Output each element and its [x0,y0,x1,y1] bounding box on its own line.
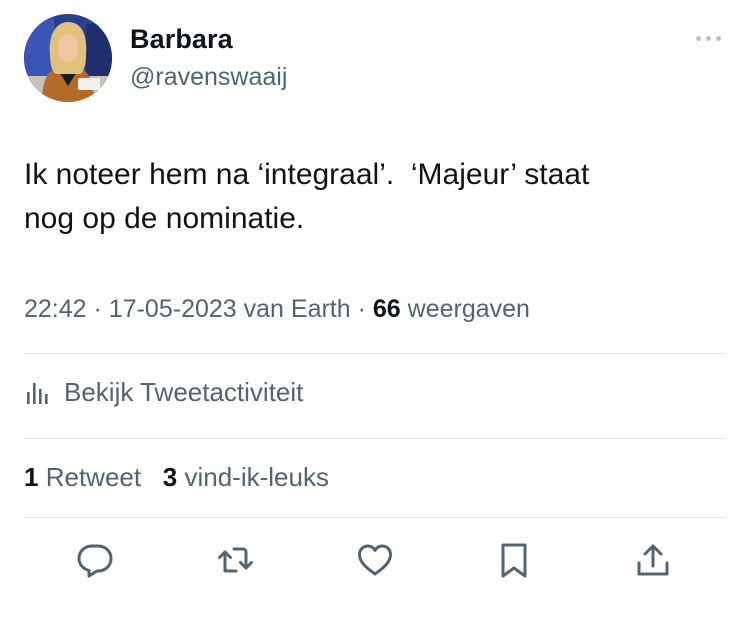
tweet-time[interactable]: 22:42 [24,295,87,323]
tweet-text: Ik noteer hem na ‘integraal’. ‘Majeur’ s… [24,158,590,235]
divider [24,438,726,439]
meta-separator: · [357,295,366,323]
retweet-icon [218,547,253,573]
tweet-date[interactable]: 17-05-2023 [109,295,237,323]
avatar-photo [24,14,112,102]
activity-label: Bekijk Tweetactiviteit [64,376,304,407]
likes-count: 3 [162,462,178,492]
tweet-card: Barbara @ravenswaaij Ik noteer hem na ‘i… [0,0,750,618]
more-horizontal-icon-dot [705,35,711,41]
reply-icon [77,544,113,578]
retweets-count: 1 [24,462,39,492]
view-tweet-activity-link[interactable]: Bekijk Tweetactiviteit [24,375,303,409]
avatar[interactable] [24,14,112,102]
bar-chart-icon [24,377,54,407]
user-handle[interactable]: @ravenswaaij [130,63,287,92]
more-options-button[interactable] [690,28,726,48]
views-label: weergaven [407,295,530,323]
divider [24,517,726,518]
heart-icon [358,544,392,576]
like-button[interactable] [353,538,397,582]
tweet-metadata: 22:42 · 17-05-2023 van Earth · 66 weerga… [24,295,530,324]
engagement-stats: 1 Retweet 3 vind-ik-leuks [24,462,329,493]
more-horizontal-icon [695,35,701,41]
likes-label: vind-ik-leuks [184,462,329,492]
share-button[interactable] [631,538,675,582]
bookmark-button[interactable] [492,538,536,582]
retweets-stat[interactable]: 1 Retweet [24,462,141,492]
likes-stat[interactable]: 3 vind-ik-leuks [163,462,329,492]
reply-button[interactable] [73,538,117,582]
meta-separator: · [93,295,102,323]
divider [24,353,726,354]
retweet-button[interactable] [213,538,257,582]
share-icon [637,544,669,576]
tweet-source: van Earth [243,295,351,323]
action-bar [0,538,750,588]
views-count: 66 [372,295,401,323]
display-name[interactable]: Barbara [130,24,233,55]
retweets-label: Retweet [45,462,142,492]
bookmark-icon [501,543,527,578]
more-horizontal-icon-dot [715,35,721,41]
